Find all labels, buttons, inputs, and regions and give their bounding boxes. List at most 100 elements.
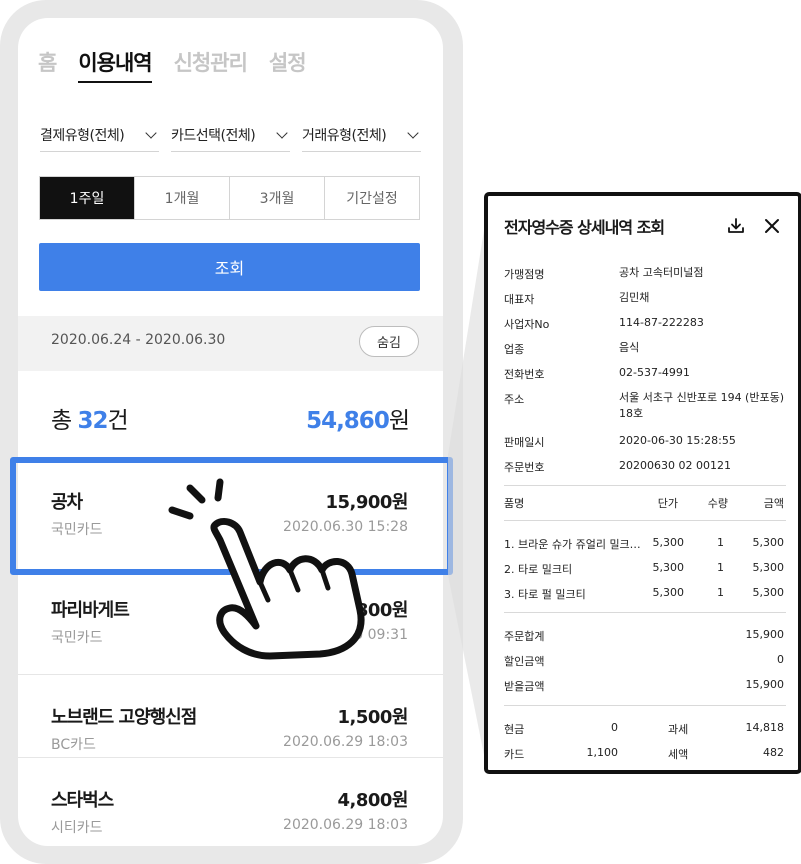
- transaction-type-select[interactable]: 거래유형(전체): [302, 118, 421, 152]
- filter-row: 결제유형(전체) 카드선택(전체) 거래유형(전체): [40, 118, 421, 152]
- close-icon[interactable]: [762, 216, 782, 236]
- payment-type-label: 결제유형(전체): [40, 127, 125, 144]
- item-name: 2. 타로 밀크티: [504, 563, 573, 576]
- chevron-down-icon: [145, 126, 157, 139]
- tax-value-vat: 482: [763, 746, 784, 759]
- total-amount-number: 54,860: [306, 408, 390, 434]
- info-label-phone: 전화번호: [504, 368, 545, 381]
- chevron-down-icon: [276, 126, 288, 139]
- card-select-label: 카드선택(전체): [171, 127, 256, 144]
- total-label-order-sum: 주문합계: [504, 630, 545, 643]
- info-label-business-no: 사업자No: [504, 318, 550, 331]
- item-amount: 5,300: [752, 586, 785, 599]
- item-unit-price: 5,300: [652, 536, 685, 549]
- items-header-name: 품명: [504, 497, 525, 510]
- total-label-amount-due: 받을금액: [504, 680, 545, 693]
- info-label-address: 주소: [504, 393, 525, 406]
- item-unit-price: 5,300: [652, 561, 685, 574]
- item-amount: 5,300: [752, 561, 785, 574]
- payment-value-cash: 0: [611, 721, 618, 734]
- tax-value-taxable: 14,818: [745, 721, 785, 734]
- item-qty: 1: [717, 586, 724, 599]
- tax-label-taxable: 과세: [668, 723, 689, 736]
- payment-type-select[interactable]: 결제유형(전체): [40, 118, 159, 152]
- transaction-datetime: 2020.06.29 18:03: [283, 734, 408, 750]
- period-segmented-control: 1주일 1개월 3개월 기간설정: [39, 176, 420, 220]
- receipt-divider: [504, 520, 786, 521]
- top-tabs: 홈 이용내역 신청관리 설정: [38, 47, 307, 83]
- total-value-discount: 0: [777, 653, 784, 666]
- phone-frame: 홈 이용내역 신청관리 설정 결제유형(전체) 카드선택(전체) 거래유형(전체…: [0, 0, 463, 864]
- payment-value-card: 1,100: [586, 746, 619, 759]
- item-qty: 1: [717, 561, 724, 574]
- tax-label-vat: 세액: [668, 748, 689, 761]
- transaction-row[interactable]: 노브랜드 고양행신점 1,500원 BC카드 2020.06.29 18:03: [18, 675, 443, 765]
- info-label-category: 업종: [504, 343, 525, 356]
- total-amount-unit: 원: [388, 408, 410, 434]
- card-select[interactable]: 카드선택(전체): [171, 118, 290, 152]
- payment-label-card: 카드: [504, 748, 525, 761]
- info-label-ceo: 대표자: [504, 293, 535, 306]
- transaction-type-label: 거래유형(전체): [302, 127, 387, 144]
- total-count-prefix: 총: [51, 408, 78, 434]
- items-header-amount: 금액: [763, 497, 784, 510]
- info-value-category: 음식: [619, 341, 640, 354]
- card-name: BC카드: [51, 737, 96, 753]
- merchant-name: 노브랜드 고양행신점: [51, 707, 197, 728]
- receipt-divider: [504, 612, 786, 613]
- transaction-amount: 4,800원: [337, 790, 409, 811]
- period-1-week[interactable]: 1주일: [40, 177, 135, 219]
- items-header-qty: 수량: [707, 497, 728, 510]
- period-custom[interactable]: 기간설정: [325, 177, 419, 219]
- period-1-month[interactable]: 1개월: [135, 177, 230, 219]
- info-label-order-no: 주문번호: [504, 461, 545, 474]
- period-3-months[interactable]: 3개월: [230, 177, 325, 219]
- transaction-datetime: 2020.06.29 18:03: [283, 817, 408, 833]
- phone-screen: 홈 이용내역 신청관리 설정 결제유형(전체) 카드선택(전체) 거래유형(전체…: [18, 18, 443, 846]
- payment-label-cash: 현금: [504, 723, 525, 736]
- total-value-amount-due: 15,900: [745, 678, 785, 691]
- chevron-down-icon: [407, 126, 419, 139]
- summary-row: 총 32건 54,860원: [51, 401, 410, 435]
- info-label-sale-datetime: 판매일시: [504, 436, 545, 449]
- period-bar: 2020.06.24 - 2020.06.30 숨김: [18, 316, 443, 371]
- total-amount: 54,860원: [306, 401, 410, 435]
- info-value-merchant: 공차 고속터미널점: [619, 266, 704, 279]
- receipt-detail-panel: 전자영수증 상세내역 조회 가맹점명 공차 고속터미널점 대표자 김민채 사업자…: [484, 192, 801, 774]
- item-amount: 5,300: [752, 536, 785, 549]
- card-name: 국민카드: [51, 630, 103, 646]
- hide-button[interactable]: 숨김: [359, 326, 419, 357]
- info-value-business-no: 114-87-222283: [619, 316, 704, 329]
- total-label-discount: 할인금액: [504, 655, 545, 668]
- items-header-unit-price: 단가: [657, 497, 678, 510]
- info-value-ceo: 김민채: [619, 291, 650, 304]
- tab-home[interactable]: 홈: [38, 47, 57, 83]
- transaction-amount: 1,500원: [337, 707, 409, 728]
- info-value-phone: 02-537-4991: [619, 366, 690, 379]
- card-name: 시티카드: [51, 820, 103, 836]
- download-icon[interactable]: [726, 216, 746, 236]
- total-count-unit: 건: [107, 408, 129, 434]
- info-value-sale-datetime: 2020-06-30 15:28:55: [619, 434, 736, 447]
- period-range-text: 2020.06.24 - 2020.06.30: [51, 332, 226, 348]
- receipt-divider: [504, 705, 786, 706]
- item-qty: 1: [717, 536, 724, 549]
- search-button[interactable]: 조회: [39, 243, 420, 291]
- total-count-number: 32: [77, 408, 108, 434]
- transaction-row[interactable]: 스타벅스 4,800원 시티카드 2020.06.29 18:03: [18, 758, 443, 846]
- info-label-merchant: 가맹점명: [504, 268, 545, 281]
- tab-application-management[interactable]: 신청관리: [174, 47, 248, 83]
- tab-usage-history[interactable]: 이용내역: [78, 47, 153, 83]
- total-value-order-sum: 15,900: [745, 628, 785, 641]
- item-name: 3. 타로 펄 밀크티: [504, 588, 586, 601]
- receipt-title: 전자영수증 상세내역 조회: [504, 218, 665, 237]
- item-unit-price: 5,300: [652, 586, 685, 599]
- pointing-hand-icon: [168, 478, 365, 660]
- info-value-address: 서울 서초구 신반포로 194 (반포동) 18호: [619, 391, 785, 420]
- info-value-order-no: 20200630 02 00121: [619, 459, 731, 472]
- receipt-divider: [504, 485, 786, 486]
- merchant-name: 파리바게트: [51, 600, 130, 621]
- item-name: 1. 브라운 슈가 쥬얼리 밀크…: [504, 538, 641, 551]
- merchant-name: 스타벅스: [51, 790, 114, 811]
- tab-settings[interactable]: 설정: [269, 47, 307, 83]
